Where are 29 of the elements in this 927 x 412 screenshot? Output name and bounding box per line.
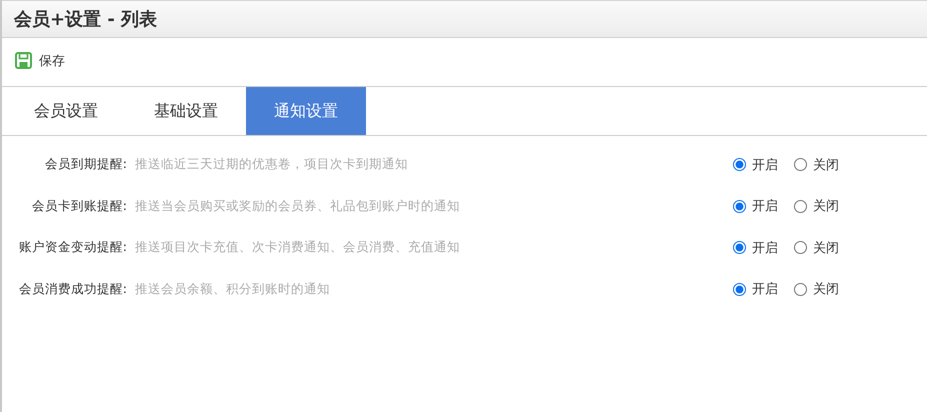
tab[interactable]: 基础设置 xyxy=(126,87,246,135)
radio-label: 开启 xyxy=(752,240,778,257)
setting-label: 会员卡到账提醒: xyxy=(30,198,127,215)
radio-button[interactable] xyxy=(794,241,807,254)
radio-label: 开启 xyxy=(752,281,778,298)
setting-description: 推送项目次卡充值、次卡消费通知、会员消费、充值通知 xyxy=(135,239,461,256)
setting-description: 推送临近三天过期的优惠卷，项目次卡到期通知 xyxy=(135,156,409,174)
radio-label: 关闭 xyxy=(813,198,839,216)
tab[interactable]: 通知设置 xyxy=(246,87,366,135)
setting-label: 账户资金变动提醒: xyxy=(18,239,127,256)
window-title: 会员+设置 - 列表 xyxy=(14,8,158,31)
setting-description: 推送当会员购买或奖励的会员券、礼品包到账户时的通知 xyxy=(135,198,461,215)
radio-button[interactable] xyxy=(733,241,746,254)
radio-label: 关闭 xyxy=(813,240,839,257)
radio-button[interactable] xyxy=(733,200,746,213)
radio-button[interactable] xyxy=(794,158,807,172)
setting-label: 会员到期提醒: xyxy=(44,156,127,174)
radio-button[interactable] xyxy=(794,282,807,296)
setting-description: 推送会员余额、积分到账时的通知 xyxy=(135,280,331,298)
radio-button[interactable] xyxy=(794,200,807,213)
radio-label: 关闭 xyxy=(813,281,839,298)
radio-label: 关闭 xyxy=(813,156,839,174)
radio-button[interactable] xyxy=(733,158,746,172)
tab[interactable]: 会员设置 xyxy=(6,87,126,135)
radio-label: 开启 xyxy=(752,198,778,216)
save-button[interactable]: 保存 xyxy=(15,52,65,70)
setting-label: 会员消费成功提醒: xyxy=(18,280,127,298)
radio-label: 开启 xyxy=(752,156,778,174)
radio-button[interactable] xyxy=(733,282,746,296)
